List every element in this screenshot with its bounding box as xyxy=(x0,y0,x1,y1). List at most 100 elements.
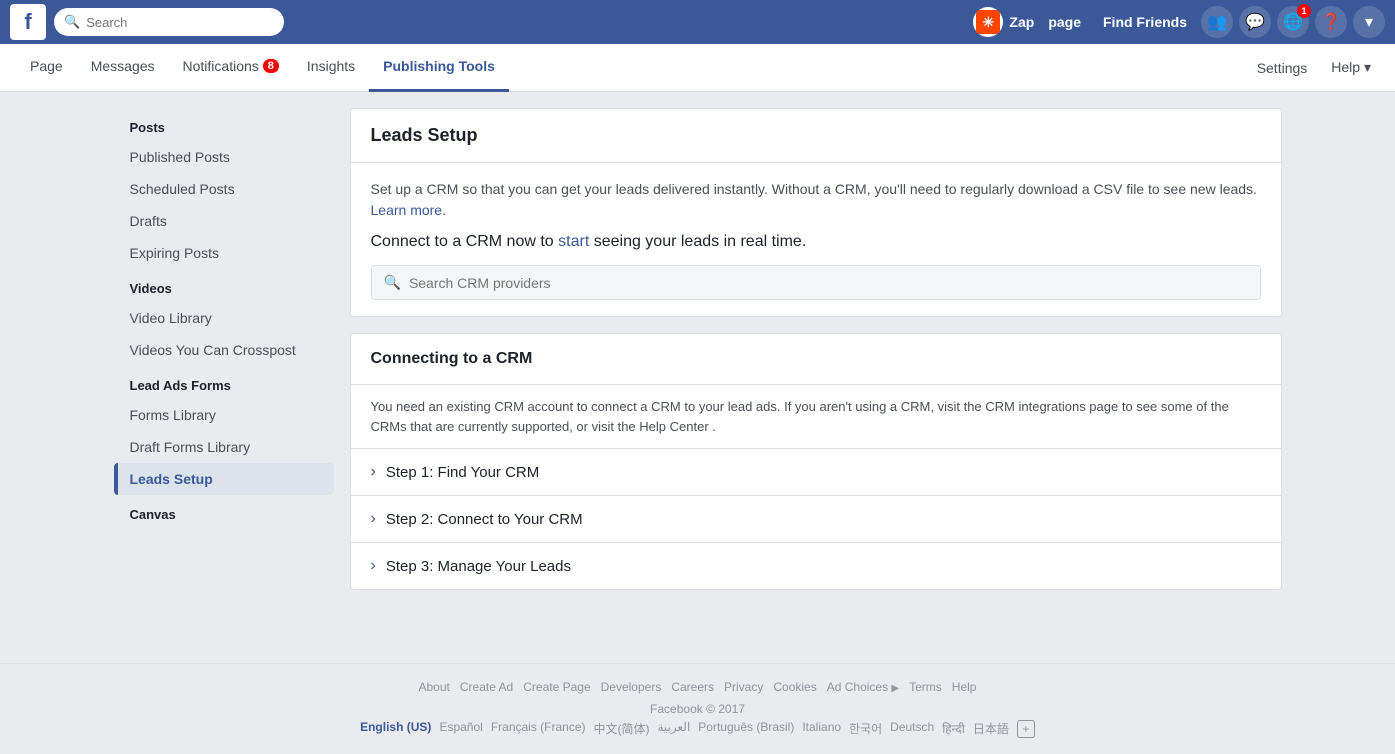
connecting-crm-title: Connecting to a CRM xyxy=(371,350,1261,368)
tab-messages[interactable]: Messages xyxy=(77,44,169,92)
tab-page[interactable]: Page xyxy=(16,44,77,92)
footer-careers-link[interactable]: Careers xyxy=(671,680,714,694)
connecting-crm-card: Connecting to a CRM You need an existing… xyxy=(350,333,1282,590)
footer-add-language-button[interactable]: + xyxy=(1017,720,1035,738)
content-area: Leads Setup Set up a CRM so that you can… xyxy=(350,108,1282,647)
footer-create-ad-link[interactable]: Create Ad xyxy=(460,680,513,694)
footer-lang-german[interactable]: Deutsch xyxy=(890,720,934,738)
notifications-button[interactable]: 🌐 1 xyxy=(1277,6,1309,38)
footer-cookies-link[interactable]: Cookies xyxy=(773,680,816,694)
step2-row[interactable]: › Step 2: Connect to Your CRM xyxy=(351,496,1281,543)
sidebar-section-lead-ads: Lead Ads Forms xyxy=(114,366,334,399)
main-layout: Posts Published Posts Scheduled Posts Dr… xyxy=(98,92,1298,663)
footer-ad-choices-link[interactable]: Ad Choices ▶ xyxy=(827,680,899,694)
messages-button[interactable]: 💬 xyxy=(1239,6,1271,38)
step3-chevron-icon: › xyxy=(371,557,376,575)
tab-notifications[interactable]: Notifications 8 xyxy=(169,44,293,92)
crm-search-input[interactable] xyxy=(409,275,1248,291)
user-avatar: ✳ xyxy=(973,7,1003,37)
search-bar[interactable]: 🔍 xyxy=(54,8,284,36)
secondary-navigation: Page Messages Notifications 8 Insights P… xyxy=(0,44,1395,92)
sidebar-section-videos: Videos xyxy=(114,269,334,302)
crm-search-container[interactable]: 🔍 xyxy=(371,265,1261,300)
footer-languages: English (US) Español Français (France) 中… xyxy=(16,720,1379,738)
sidebar: Posts Published Posts Scheduled Posts Dr… xyxy=(114,108,334,647)
connecting-crm-header: Connecting to a CRM xyxy=(351,334,1281,385)
crm-integrations-link[interactable]: CRM integrations page xyxy=(985,399,1118,414)
settings-link[interactable]: Settings xyxy=(1249,60,1316,76)
sidebar-item-videos-crosspost[interactable]: Videos You Can Crosspost xyxy=(114,334,334,366)
top-navigation-bar: f 🔍 ✳ Zap page Find Friends 👥 💬 🌐 1 xyxy=(0,0,1395,44)
footer-lang-french[interactable]: Français (France) xyxy=(491,720,586,738)
connect-text: Connect to a CRM now to start seeing you… xyxy=(371,233,1261,251)
search-input[interactable] xyxy=(86,15,274,30)
tab-insights[interactable]: Insights xyxy=(293,44,369,92)
top-bar-left: f 🔍 xyxy=(10,4,284,40)
sidebar-item-leads-setup[interactable]: Leads Setup xyxy=(114,463,334,495)
user-profile-button[interactable]: ✳ Zap xyxy=(973,7,1034,37)
footer-lang-english[interactable]: English (US) xyxy=(360,720,431,738)
chevron-down-icon: ▾ xyxy=(1365,12,1373,32)
tab-publishing-tools[interactable]: Publishing Tools xyxy=(369,44,509,92)
sidebar-section-posts: Posts xyxy=(114,108,334,141)
secondary-nav-items: Page Messages Notifications 8 Insights P… xyxy=(16,44,1249,92)
sidebar-item-draft-forms-library[interactable]: Draft Forms Library xyxy=(114,431,334,463)
leads-setup-title: Leads Setup xyxy=(371,125,1261,146)
footer-lang-portuguese[interactable]: Português (Brasil) xyxy=(698,720,794,738)
account-menu-button[interactable]: ▾ xyxy=(1353,6,1385,38)
step2-label: Step 2: Connect to Your CRM xyxy=(386,511,583,528)
step3-label: Step 3: Manage Your Leads xyxy=(386,558,571,575)
messages-icon: 💬 xyxy=(1245,12,1265,32)
footer-lang-espanol[interactable]: Español xyxy=(439,720,482,738)
footer-copyright: Facebook © 2017 xyxy=(16,702,1379,716)
leads-setup-card: Leads Setup Set up a CRM so that you can… xyxy=(350,108,1282,317)
find-friends-link[interactable]: Find Friends xyxy=(1095,10,1195,34)
footer-create-page-link[interactable]: Create Page xyxy=(523,680,590,694)
sidebar-item-video-library[interactable]: Video Library xyxy=(114,302,334,334)
sidebar-item-scheduled-posts[interactable]: Scheduled Posts xyxy=(114,173,334,205)
footer-lang-hindi[interactable]: हिन्दी xyxy=(942,720,965,738)
sidebar-item-published-posts[interactable]: Published Posts xyxy=(114,141,334,173)
footer-about-link[interactable]: About xyxy=(419,680,450,694)
footer-terms-link[interactable]: Terms xyxy=(909,680,942,694)
search-icon: 🔍 xyxy=(64,14,80,30)
help-link[interactable]: Help ▾ xyxy=(1323,59,1379,76)
learn-more-link[interactable]: Learn more xyxy=(371,202,443,218)
crm-search-icon: 🔍 xyxy=(384,274,401,291)
footer-help-link[interactable]: Help xyxy=(952,680,977,694)
facebook-logo[interactable]: f xyxy=(10,4,46,40)
top-bar-right: ✳ Zap page Find Friends 👥 💬 🌐 1 ❓ ▾ xyxy=(973,6,1385,38)
footer-links: About Create Ad Create Page Developers C… xyxy=(16,680,1379,694)
friend-requests-icon: 👥 xyxy=(1207,12,1227,32)
sidebar-item-forms-library[interactable]: Forms Library xyxy=(114,399,334,431)
footer-lang-chinese[interactable]: 中文(简体) xyxy=(594,720,650,738)
globe-badge: 1 xyxy=(1297,4,1311,18)
step3-row[interactable]: › Step 3: Manage Your Leads xyxy=(351,543,1281,589)
home-link[interactable]: page xyxy=(1040,10,1089,34)
leads-setup-description: Set up a CRM so that you can get your le… xyxy=(371,179,1261,221)
step1-label: Step 1: Find Your CRM xyxy=(386,464,539,481)
help-icon: ❓ xyxy=(1321,12,1341,32)
sidebar-item-expiring-posts[interactable]: Expiring Posts xyxy=(114,237,334,269)
help-center-link[interactable]: Help Center xyxy=(639,419,708,434)
zap-icon: ✳ xyxy=(983,14,995,31)
help-button[interactable]: ❓ xyxy=(1315,6,1347,38)
footer-privacy-link[interactable]: Privacy xyxy=(724,680,763,694)
page-footer: About Create Ad Create Page Developers C… xyxy=(0,663,1395,754)
highlight-start: start xyxy=(558,233,589,250)
step1-row[interactable]: › Step 1: Find Your CRM xyxy=(351,449,1281,496)
notifications-badge: 8 xyxy=(263,59,279,73)
leads-setup-header: Leads Setup xyxy=(351,109,1281,163)
secondary-nav-right: Settings Help ▾ xyxy=(1249,59,1379,76)
step2-chevron-icon: › xyxy=(371,510,376,528)
footer-lang-italian[interactable]: Italiano xyxy=(802,720,841,738)
user-name-label: Zap xyxy=(1009,14,1034,30)
footer-lang-japanese[interactable]: 日本語 xyxy=(973,720,1009,738)
footer-developers-link[interactable]: Developers xyxy=(601,680,662,694)
friend-requests-button[interactable]: 👥 xyxy=(1201,6,1233,38)
leads-setup-body: Set up a CRM so that you can get your le… xyxy=(351,163,1281,316)
footer-lang-korean[interactable]: 한국어 xyxy=(849,720,882,738)
sidebar-section-canvas: Canvas xyxy=(114,495,334,528)
footer-lang-arabic[interactable]: العربية xyxy=(658,720,691,738)
sidebar-item-drafts[interactable]: Drafts xyxy=(114,205,334,237)
